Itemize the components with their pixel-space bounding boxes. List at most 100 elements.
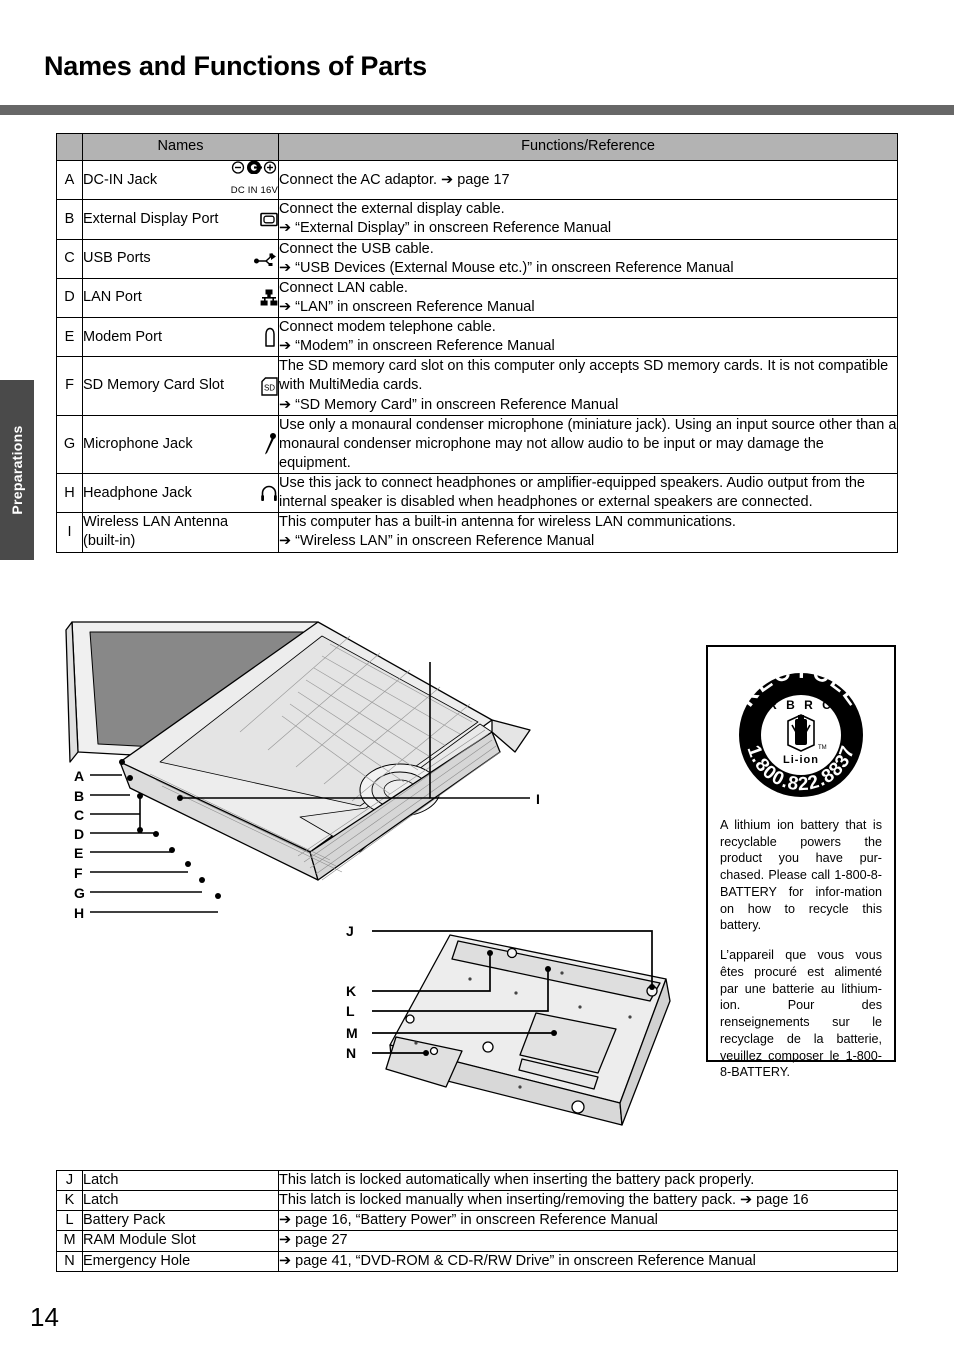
figure-label-h: H [74, 905, 85, 921]
table-row: E Modem Port Connect modem telephone cab… [56, 316, 898, 358]
rbrc-recycle-logo: RECYCLE 1.800.822.8837 R B R C Li-ion TM [708, 647, 894, 807]
function-line: ➔ “Modem” in onscreen Reference Manual [279, 338, 555, 355]
title-divider-rule [0, 105, 954, 115]
row-name-label: DC-IN Jack [83, 171, 158, 188]
row-index: B [56, 199, 83, 240]
figure-label-g: G [74, 885, 85, 901]
function-line: The SD memory card slot on this computer… [279, 358, 889, 394]
figure-label-c: C [74, 807, 85, 823]
section-tab-label: Preparations [9, 425, 25, 515]
row-function-cell: This computer has a built-in antenna for… [278, 512, 898, 553]
row-index: D [56, 277, 83, 319]
row-index: C [56, 238, 83, 279]
recycle-inner-bottom: Li-ion [783, 754, 819, 766]
function-line: ➔ “External Display” in onscreen Referen… [279, 220, 612, 237]
function-line: Connect the external display cable. [279, 201, 505, 218]
lan-port-icon [260, 289, 278, 307]
row-function-cell: This latch is locked manually when inser… [278, 1190, 898, 1212]
laptop-underside-diagram [372, 930, 671, 1126]
row-index: I [56, 512, 83, 553]
row-index: E [56, 316, 83, 358]
figure-label-f: F [74, 865, 83, 881]
table-row: D LAN Port Connect LAN cable. ➔ “LAN” in… [56, 277, 898, 319]
row-index: H [56, 472, 83, 514]
battery-recycle-notice-box: RECYCLE 1.800.822.8837 R B R C Li-ion TM… [706, 645, 896, 1079]
header-spacer [56, 133, 83, 161]
figure-label-k: K [346, 983, 357, 999]
row-function-cell: Connect modem telephone cable. ➔ “Modem”… [278, 316, 898, 358]
row-function-cell: Connect the external display cable. ➔ “E… [278, 199, 898, 240]
row-name-label: LAN Port [83, 289, 142, 306]
figure-label-d: D [74, 826, 85, 842]
row-name-cell: DC-IN Jack DC IN 16V [82, 159, 279, 201]
function-line: Connect the USB cable. [279, 240, 434, 257]
table-row: K Latch This latch is locked manually wh… [56, 1190, 898, 1212]
parts-table-bottom: J Latch This latch is locked automatical… [56, 1169, 898, 1272]
recycle-paragraph-french: L’appareil que vous vous êtes procuré es… [720, 948, 882, 1080]
row-function-cell: The SD memory card slot on this computer… [278, 356, 898, 416]
row-function-cell: Use this jack to connect headphones or a… [278, 472, 898, 514]
figure-label-b: B [74, 788, 85, 804]
column-header-names: Names [82, 133, 279, 161]
table-row: G Microphone Jack Use only a monaural co… [56, 414, 898, 475]
page-number: 14 [30, 1302, 59, 1332]
row-name-cell: SD Memory Card Slot SD [82, 356, 279, 416]
row-name-label: SD Memory Card Slot [83, 377, 225, 394]
figure-label-a: A [74, 768, 85, 784]
function-line: ➔ “SD Memory Card” in onscreen Reference… [279, 396, 619, 413]
row-name-cell: Microphone Jack [82, 414, 279, 475]
figure-label-i: I [536, 791, 540, 807]
external-display-port-icon [260, 212, 278, 227]
row-name-cell: External Display Port [82, 199, 279, 240]
row-name-label: Wireless LAN Antenna [83, 514, 229, 531]
row-name-cell: Modem Port [82, 316, 279, 358]
microphone-icon [262, 432, 278, 456]
function-line: ➔ “LAN” in onscreen Reference Manual [279, 298, 535, 315]
column-header-functions: Functions/Reference [278, 133, 898, 161]
row-function-cell: Connect LAN cable. ➔ “LAN” in onscreen R… [278, 277, 898, 319]
row-index: J [56, 1169, 83, 1192]
laptop-open-view-diagram [65, 621, 531, 913]
row-name-cell: Emergency Hole [82, 1250, 279, 1272]
row-name-label-second-line: (built-in) [83, 533, 136, 550]
recycle-tm-mark: TM [818, 745, 827, 751]
row-function-cell: ➔ page 41, “DVD-ROM & CD-R/RW Drive” in … [278, 1250, 898, 1272]
row-name-cell: USB Ports [82, 238, 279, 279]
row-function-cell: This latch is locked automatically when … [278, 1169, 898, 1192]
row-index: A [56, 159, 83, 201]
dc-in-jack-icon-caption: DC IN 16V [230, 185, 278, 197]
row-function-cell: ➔ page 16, “Battery Power” in onscreen R… [278, 1210, 898, 1232]
row-function-cell: Connect the AC adaptor. ➔ page 17 [278, 159, 898, 201]
function-line: Connect LAN cable. [279, 279, 408, 296]
row-index: K [56, 1190, 83, 1212]
table-header-row: Names Functions/Reference [56, 133, 898, 161]
figure-label-e: E [74, 845, 84, 861]
row-name-cell: RAM Module Slot [82, 1230, 279, 1252]
sd-card-icon: SD [261, 376, 278, 396]
modem-port-icon [262, 327, 278, 347]
row-name-cell: Headphone Jack [82, 472, 279, 514]
function-line: Use this jack to connect headphones or a… [279, 475, 865, 511]
function-line: This computer has a built-in antenna for… [279, 514, 736, 531]
figure-label-m: M [346, 1025, 358, 1041]
row-name-label: Headphone Jack [83, 484, 192, 501]
table-row: B External Display Port Connect the exte… [56, 199, 898, 240]
row-index: N [56, 1250, 83, 1272]
row-index: M [56, 1230, 83, 1252]
row-index: F [56, 356, 83, 416]
row-function-cell: Use only a monaural condenser microphone… [278, 414, 898, 475]
row-index: L [56, 1210, 83, 1232]
figure-label-n: N [346, 1045, 357, 1061]
parts-table-top: Names Functions/Reference A DC-IN Jack D… [56, 133, 898, 553]
figure-label-l: L [346, 1003, 355, 1019]
table-row: A DC-IN Jack DC IN 16V Connect the AC ad… [56, 159, 898, 201]
function-line: Use only a monaural condenser microphone… [279, 416, 897, 471]
recycle-inner-top: R B R C [768, 698, 834, 712]
table-row: F SD Memory Card Slot SD The SD memory c… [56, 356, 898, 416]
svg-text:SD: SD [264, 383, 275, 392]
row-name-cell: Wireless LAN Antenna (built-in) [82, 512, 279, 553]
function-line: ➔ “USB Devices (External Mouse etc.)” in… [279, 259, 734, 276]
table-row: J Latch This latch is locked automatical… [56, 1169, 898, 1192]
row-name-label: External Display Port [83, 210, 219, 227]
row-name-cell: Latch [82, 1190, 279, 1212]
